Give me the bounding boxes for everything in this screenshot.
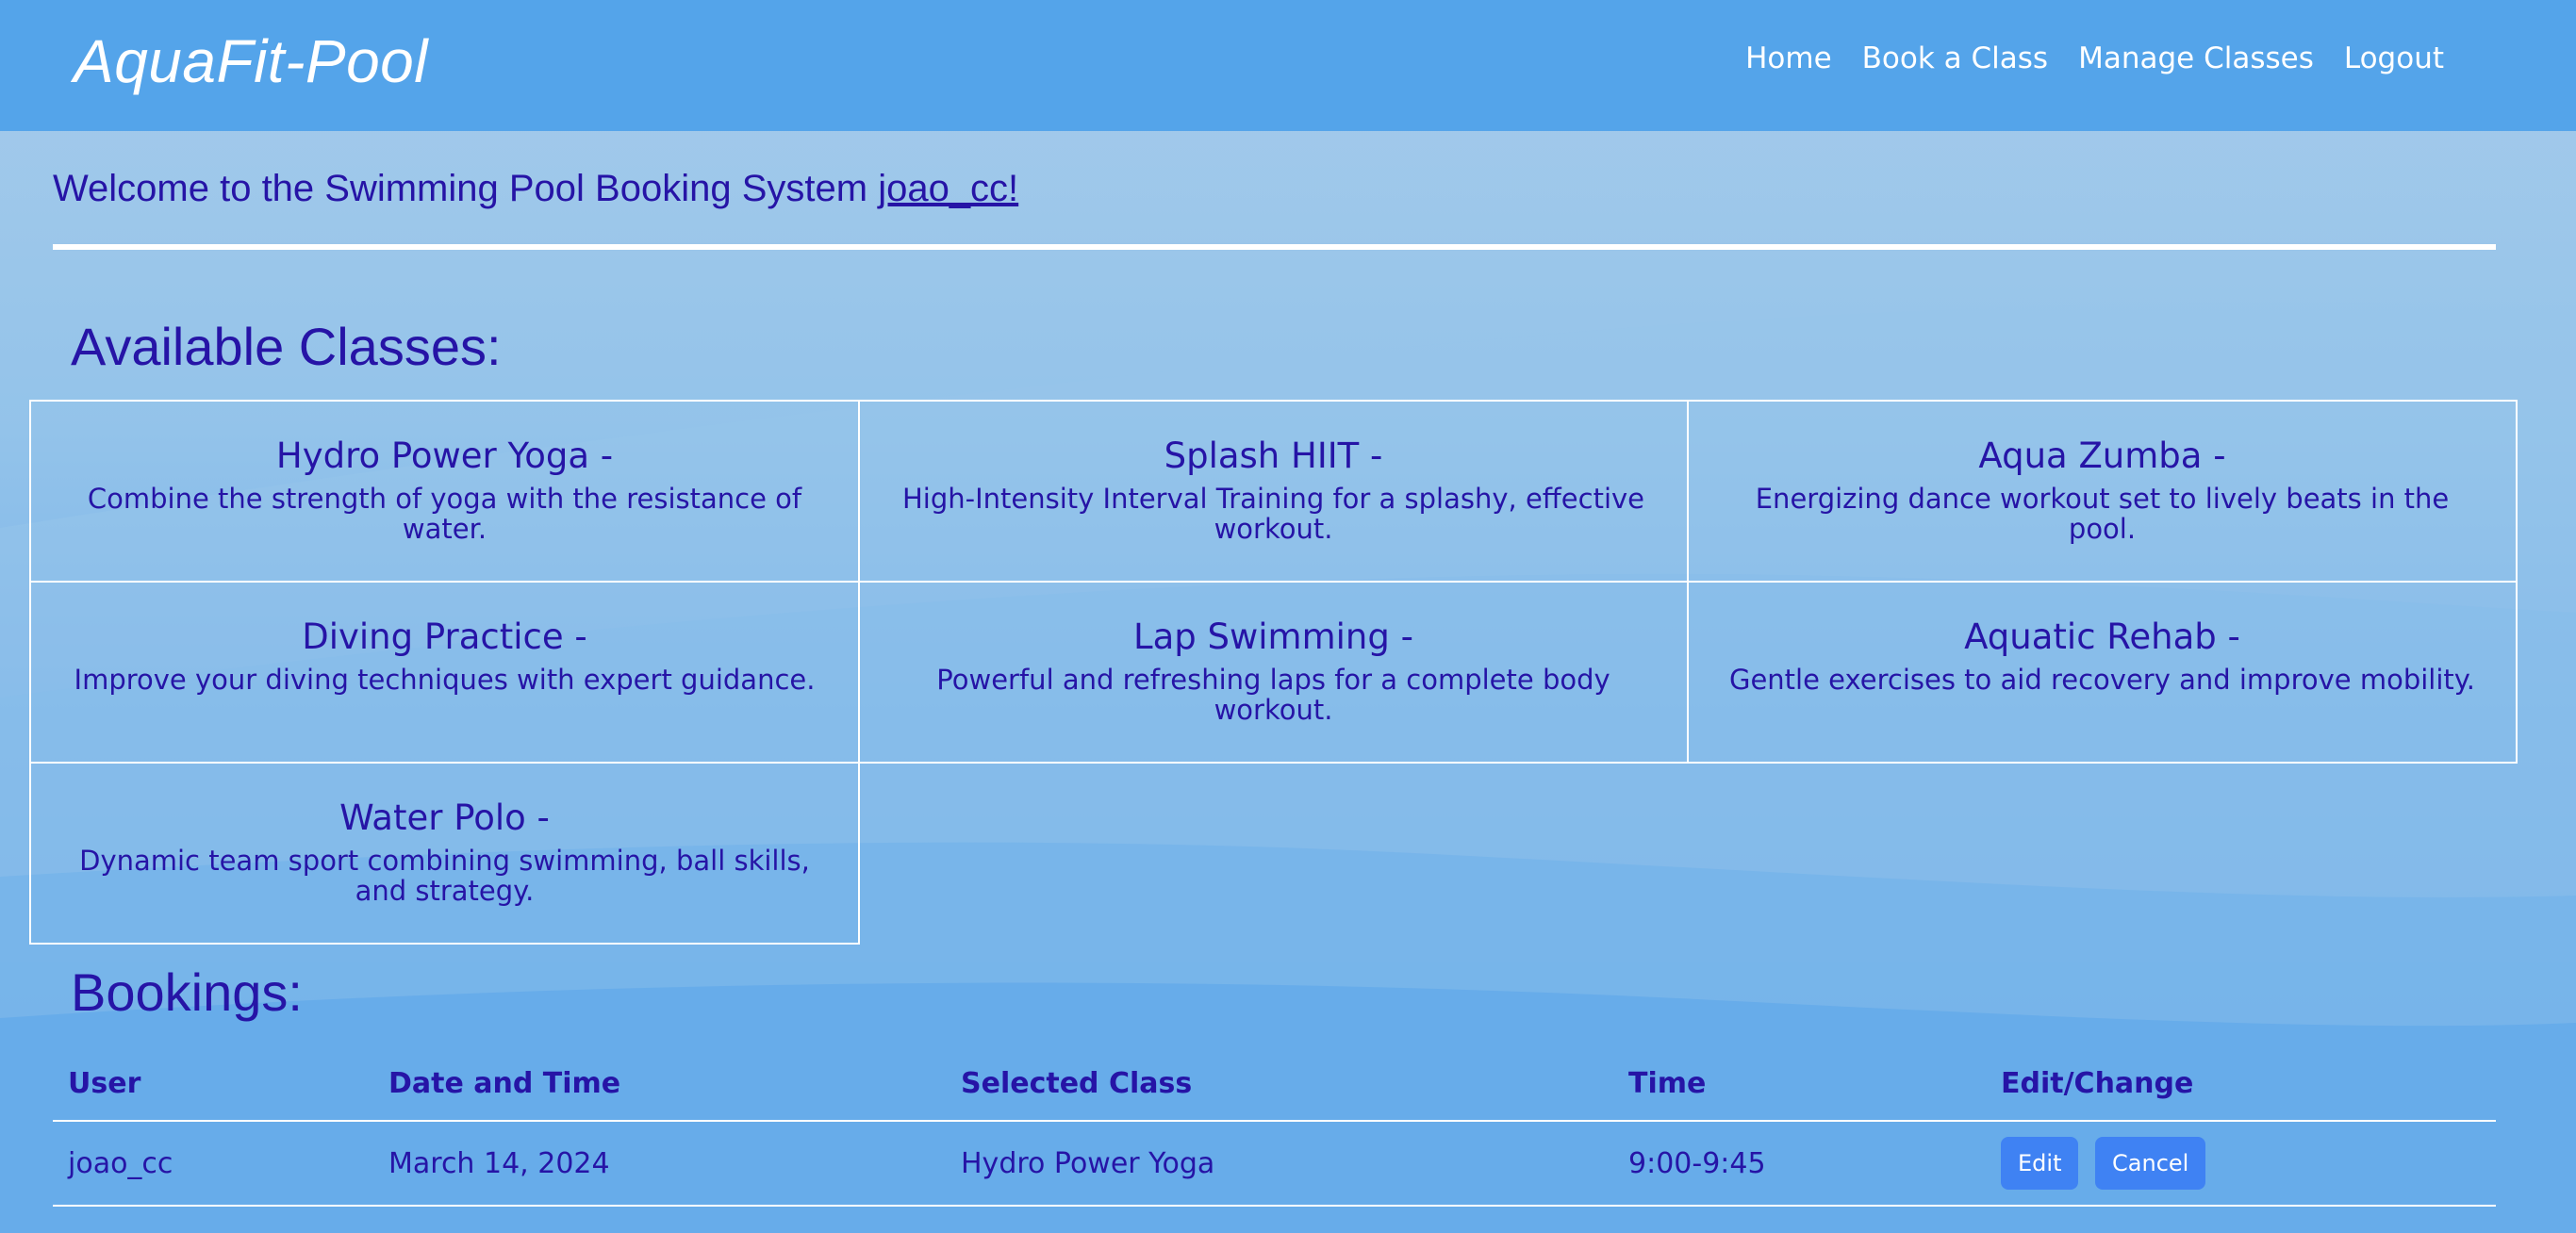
class-name: Aquatic Rehab - [1964, 616, 2240, 657]
nav-links: Home Book a Class Manage Classes Logout [1745, 41, 2444, 75]
class-name: Aqua Zumba - [1978, 436, 2226, 476]
classes-grid: Hydro Power Yoga - Combine the strength … [29, 400, 2518, 945]
cancel-button[interactable]: Cancel [2095, 1137, 2206, 1190]
class-description: Dynamic team sport combining swimming, b… [79, 844, 810, 908]
column-header-selected-class: Selected Class [946, 1046, 1613, 1122]
class-name: Diving Practice - [302, 616, 587, 657]
class-description: High-Intensity Interval Training for a s… [901, 482, 1645, 546]
class-name: Splash HIIT - [1164, 436, 1383, 476]
class-card-lap-swimming[interactable]: Lap Swimming - Powerful and refreshing l… [858, 581, 1689, 764]
bookings-heading: Bookings: [71, 962, 303, 1022]
class-description: Combine the strength of yoga with the re… [87, 482, 802, 546]
brand-logo[interactable]: AquaFit-Pool [74, 26, 428, 96]
nav-link-manage-classes[interactable]: Manage Classes [2078, 41, 2314, 75]
bookings-table: User Date and Time Selected Class Time E… [53, 1046, 2496, 1207]
welcome-text: Welcome to the Swimming Pool Booking Sys… [53, 168, 879, 209]
class-description: Gentle exercises to aid recovery and imp… [1728, 663, 2476, 696]
class-card-diving-practice[interactable]: Diving Practice - Improve your diving te… [29, 581, 860, 764]
class-description: Energizing dance workout set to lively b… [1755, 482, 2450, 546]
column-header-edit-change: Edit/Change [1986, 1046, 2496, 1122]
nav-link-book-a-class[interactable]: Book a Class [1862, 41, 2048, 75]
class-card-aquatic-rehab[interactable]: Aquatic Rehab - Gentle exercises to aid … [1687, 581, 2518, 764]
class-name: Water Polo - [339, 797, 550, 838]
class-description: Powerful and refreshing laps for a compl… [936, 663, 1610, 727]
class-description: Improve your diving techniques with expe… [74, 663, 816, 696]
table-row: joao_cc March 14, 2024 Hydro Power Yoga … [53, 1121, 2496, 1207]
edit-button[interactable]: Edit [2001, 1137, 2079, 1190]
class-name: Lap Swimming - [1133, 616, 1413, 657]
booking-actions: Edit Cancel [1986, 1121, 2496, 1207]
booking-user: joao_cc [53, 1121, 373, 1207]
class-card-hydro-power-yoga[interactable]: Hydro Power Yoga - Combine the strength … [29, 400, 860, 583]
class-card-water-polo[interactable]: Water Polo - Dynamic team sport combinin… [29, 762, 860, 945]
booking-time: 9:00-9:45 [1613, 1121, 1986, 1207]
nav-link-logout[interactable]: Logout [2344, 41, 2444, 75]
welcome-message: Welcome to the Swimming Pool Booking Sys… [53, 168, 1018, 210]
column-header-time: Time [1613, 1046, 1986, 1122]
divider [53, 244, 2496, 250]
class-card-splash-hiit[interactable]: Splash HIIT - High-Intensity Interval Tr… [858, 400, 1689, 583]
nav-link-home[interactable]: Home [1745, 41, 1832, 75]
welcome-username-link[interactable]: joao_cc! [878, 168, 1018, 209]
page: AquaFit-Pool Home Book a Class Manage Cl… [0, 0, 2576, 1233]
column-header-user: User [53, 1046, 373, 1122]
column-header-date-and-time: Date and Time [373, 1046, 946, 1122]
booking-class: Hydro Power Yoga [946, 1121, 1613, 1207]
available-classes-heading: Available Classes: [71, 317, 502, 376]
booking-date: March 14, 2024 [373, 1121, 946, 1207]
navbar: AquaFit-Pool Home Book a Class Manage Cl… [0, 0, 2576, 131]
class-card-aqua-zumba[interactable]: Aqua Zumba - Energizing dance workout se… [1687, 400, 2518, 583]
table-header-row: User Date and Time Selected Class Time E… [53, 1046, 2496, 1122]
class-name: Hydro Power Yoga - [275, 436, 614, 476]
